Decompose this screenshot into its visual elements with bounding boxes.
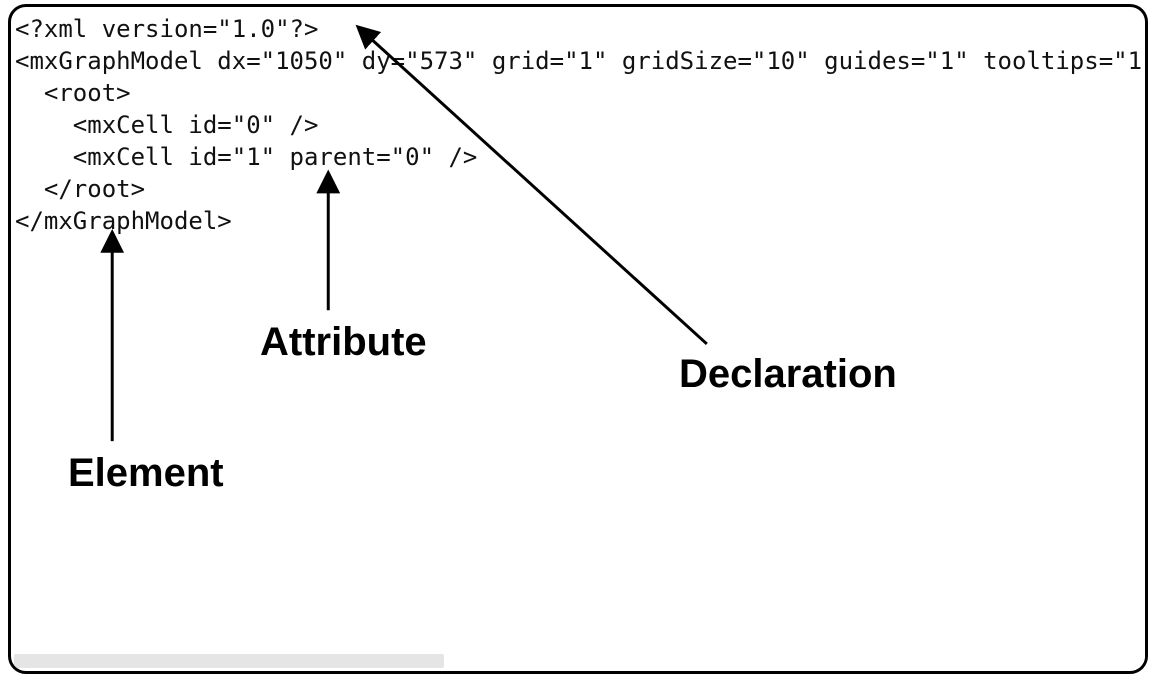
code-line-4: <mxCell id="0" /> xyxy=(15,111,318,139)
code-frame: <?xml version="1.0"?> <mxGraphModel dx="… xyxy=(8,4,1148,674)
code-line-2: <mxGraphModel dx="1050" dy="573" grid="1… xyxy=(15,47,1142,75)
label-element: Element xyxy=(68,451,224,496)
code-line-3: <root> xyxy=(15,79,131,107)
xml-code-block: <?xml version="1.0"?> <mxGraphModel dx="… xyxy=(11,7,1145,237)
code-line-1: <?xml version="1.0"?> xyxy=(15,15,318,43)
code-line-5: <mxCell id="1" parent="0" /> xyxy=(15,143,477,171)
label-attribute: Attribute xyxy=(260,320,427,365)
horizontal-scrollbar[interactable] xyxy=(14,654,1148,668)
code-line-7: </mxGraphModel> xyxy=(15,207,232,235)
label-declaration: Declaration xyxy=(679,352,897,397)
horizontal-scrollbar-thumb[interactable] xyxy=(14,654,444,668)
code-line-6: </root> xyxy=(15,175,145,203)
